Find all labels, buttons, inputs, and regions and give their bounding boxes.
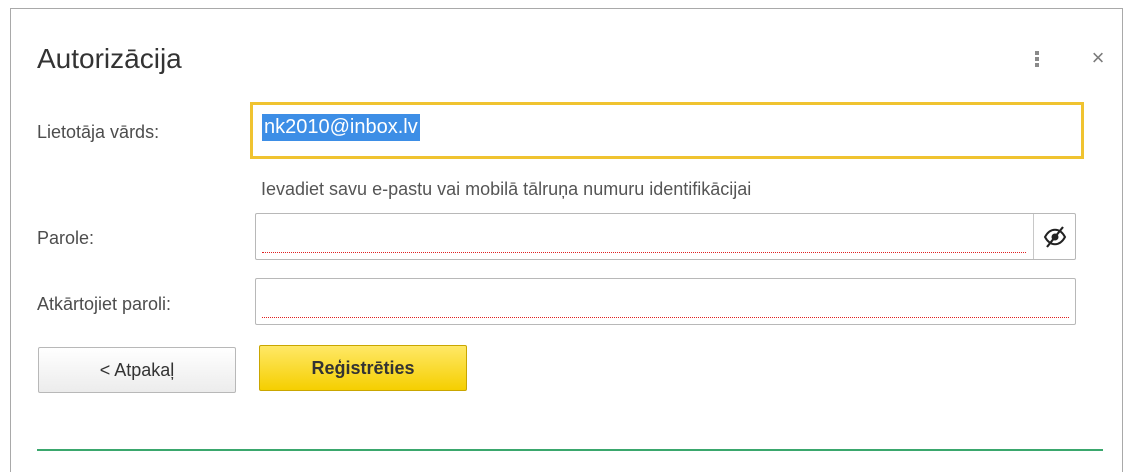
password-field[interactable] <box>255 213 1076 260</box>
eye-slash-icon[interactable] <box>1033 214 1075 259</box>
username-hint: Ievadiet savu e-pastu vai mobilā tālruņa… <box>261 179 752 199</box>
username-field[interactable]: nk2010@inbox.lv <box>250 102 1084 159</box>
required-marker <box>262 252 1026 253</box>
username-value: nk2010@inbox.lv <box>262 114 420 141</box>
dialog-title: Autorizācija <box>37 43 182 74</box>
more-vertical-icon[interactable] <box>1034 51 1040 71</box>
authorization-dialog: Autorizācija × Lietotāja vārds: nk2010@i… <box>10 8 1123 472</box>
close-icon[interactable]: × <box>1087 47 1109 69</box>
repeat-password-field[interactable] <box>255 278 1076 325</box>
username-label: Lietotāja vārds: <box>37 122 160 142</box>
repeat-password-label: Atkārtojiet paroli: <box>37 294 172 314</box>
back-button[interactable]: < Atpakaļ <box>38 347 236 393</box>
register-button[interactable]: Reģistrēties <box>259 345 467 391</box>
password-label: Parole: <box>37 228 95 248</box>
divider <box>37 449 1103 451</box>
required-marker <box>262 317 1069 318</box>
